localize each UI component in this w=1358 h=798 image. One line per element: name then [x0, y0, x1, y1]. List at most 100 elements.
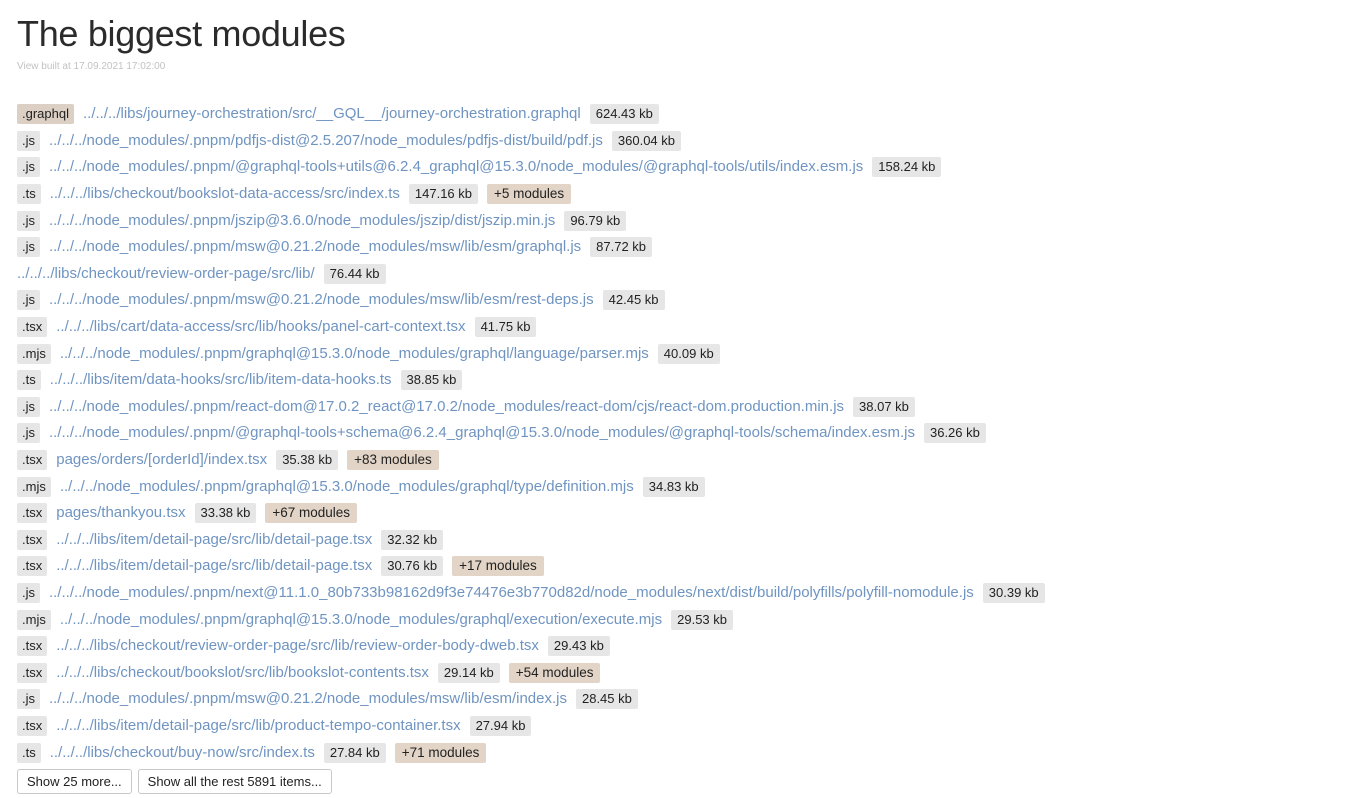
- module-path-link[interactable]: ../../../node_modules/.pnpm/@graphql-too…: [49, 424, 915, 442]
- module-path-link[interactable]: ../../../node_modules/.pnpm/jszip@3.6.0/…: [49, 212, 555, 230]
- button-bar: Show 25 more... Show all the rest 5891 i…: [17, 768, 1054, 794]
- module-row: .tsx ../../../libs/item/detail-page/src/l…: [17, 713, 1054, 740]
- module-row: .js ../../../node_modules/.pnpm/@graphql-…: [17, 154, 1054, 181]
- module-path-link[interactable]: ../../../node_modules/.pnpm/graphql@15.3…: [60, 611, 662, 629]
- module-path-link[interactable]: ../../../libs/checkout/buy-now/src/index…: [50, 744, 315, 762]
- file-type-badge: .js: [17, 130, 40, 151]
- module-path-link[interactable]: ../../../node_modules/.pnpm/next@11.1.0_…: [49, 584, 974, 602]
- module-row: .js ../../../node_modules/.pnpm/next@11.1…: [17, 580, 1054, 607]
- file-type-badge: .tsx: [17, 450, 48, 471]
- module-size-badge: 42.45 kb: [602, 290, 665, 311]
- file-type-badge: .tsx: [17, 662, 48, 683]
- module-size-badge: 28.45 kb: [575, 689, 638, 710]
- module-row: .js ../../../node_modules/.pnpm/pdfjs-dis…: [17, 128, 1054, 155]
- module-size-badge: 76.44 kb: [323, 263, 386, 284]
- module-path-link[interactable]: ../../../node_modules/.pnpm/msw@0.21.2/n…: [49, 690, 567, 708]
- module-list: .graphql ../../../libs/journey-orchestrat…: [17, 101, 1054, 766]
- module-size-badge: 29.53 kb: [671, 609, 733, 630]
- file-type-badge: .tsx: [17, 529, 48, 550]
- show-all-button[interactable]: Show all the rest 5891 items...: [137, 768, 332, 794]
- module-row: .js ../../../node_modules/.pnpm/jszip@3.6…: [17, 207, 1054, 234]
- file-type-badge: .tsx: [17, 317, 48, 338]
- module-path-link[interactable]: ../../../node_modules/.pnpm/msw@0.21.2/n…: [49, 238, 581, 256]
- file-type-badge: .mjs: [17, 343, 51, 364]
- file-type-badge: .js: [17, 423, 40, 444]
- module-size-badge: 87.72 kb: [590, 237, 653, 258]
- module-size-badge: 36.26 kb: [923, 423, 986, 444]
- module-row: .tsx ../../../libs/cart/data-access/src/l…: [17, 314, 1054, 341]
- concatenated-modules-badge[interactable]: +17 modules: [452, 556, 544, 577]
- module-size-badge: 35.38 kb: [276, 450, 339, 471]
- concatenated-modules-badge[interactable]: +83 modules: [347, 450, 439, 471]
- file-type-badge: .tsx: [17, 715, 48, 736]
- module-row: .ts ../../../libs/item/data-hooks/src/lib…: [17, 367, 1054, 394]
- module-row: .ts ../../../libs/checkout/buy-now/src/in…: [17, 739, 1054, 766]
- module-path-link[interactable]: ../../../node_modules/.pnpm/pdfjs-dist@2…: [49, 132, 603, 150]
- module-row: .mjs ../../../node_modules/.pnpm/graphql@…: [17, 473, 1054, 500]
- file-type-badge: .tsx: [17, 503, 48, 524]
- module-size-badge: 40.09 kb: [657, 343, 720, 364]
- module-size-badge: 38.85 kb: [400, 370, 463, 391]
- module-row: .js ../../../node_modules/.pnpm/msw@0.21.…: [17, 234, 1054, 261]
- module-path-link[interactable]: ../../../libs/item/detail-page/src/lib/p…: [56, 717, 460, 735]
- module-path-link[interactable]: ../../../libs/cart/data-access/src/lib/h…: [56, 318, 465, 336]
- file-type-badge: .tsx: [17, 636, 48, 657]
- module-path-link[interactable]: ../../../node_modules/.pnpm/react-dom@17…: [49, 398, 844, 416]
- module-size-badge: 30.39 kb: [982, 582, 1045, 603]
- module-path-link[interactable]: ../../../libs/checkout/bookslot-data-acc…: [50, 185, 400, 203]
- module-size-badge: 32.32 kb: [381, 529, 444, 550]
- module-path-link[interactable]: ../../../node_modules/.pnpm/graphql@15.3…: [60, 478, 634, 496]
- file-type-badge: .js: [17, 689, 40, 710]
- module-size-badge: 27.84 kb: [323, 742, 386, 763]
- file-type-badge: .graphql: [17, 104, 74, 125]
- module-row: .tsx pages/thankyou.tsx 33.38 kb +67 module…: [17, 500, 1054, 527]
- file-type-badge: .js: [17, 396, 40, 417]
- module-row: .mjs ../../../node_modules/.pnpm/graphql@…: [17, 606, 1054, 633]
- module-path-link[interactable]: pages/orders/[orderId]/index.tsx: [56, 451, 267, 469]
- module-row: .js ../../../node_modules/.pnpm/msw@0.21.…: [17, 287, 1054, 314]
- module-path-link[interactable]: ../../../libs/journey-orchestration/src/…: [83, 105, 581, 123]
- file-type-badge: .js: [17, 210, 40, 231]
- module-path-link[interactable]: ../../../libs/checkout/bookslot/src/lib/…: [56, 664, 429, 682]
- module-path-link[interactable]: ../../../node_modules/.pnpm/graphql@15.3…: [60, 345, 649, 363]
- page-container: The biggest modules View built at 17.09.…: [17, 12, 1054, 794]
- module-row: .tsx ../../../libs/checkout/review-order-…: [17, 633, 1054, 660]
- module-size-badge: 33.38 kb: [194, 503, 257, 524]
- module-path-link[interactable]: ../../../node_modules/.pnpm/msw@0.21.2/n…: [49, 291, 594, 309]
- module-size-badge: 96.79 kb: [564, 210, 627, 231]
- module-path-link[interactable]: pages/thankyou.tsx: [56, 504, 185, 522]
- module-size-badge: 41.75 kb: [474, 317, 537, 338]
- module-row: .graphql ../../../libs/journey-orchestrat…: [17, 101, 1054, 128]
- file-type-badge: .mjs: [17, 476, 51, 497]
- module-row: .tsx ../../../libs/item/detail-page/src/l…: [17, 527, 1054, 554]
- concatenated-modules-badge[interactable]: +71 modules: [394, 742, 487, 763]
- module-size-badge: 27.94 kb: [469, 715, 532, 736]
- page-title: The biggest modules: [17, 13, 346, 54]
- file-type-badge: .js: [17, 290, 40, 311]
- file-type-badge: .js: [17, 237, 40, 258]
- module-row: .js ../../../node_modules/.pnpm/msw@0.21.…: [17, 686, 1054, 713]
- concatenated-modules-badge[interactable]: +54 modules: [508, 662, 601, 683]
- module-path-link[interactable]: ../../../libs/checkout/review-order-page…: [56, 637, 539, 655]
- module-row: .js ../../../node_modules/.pnpm/@graphql-…: [17, 420, 1054, 447]
- module-path-link[interactable]: ../../../libs/item/detail-page/src/lib/d…: [56, 557, 372, 575]
- module-size-badge: 360.04 kb: [611, 130, 681, 151]
- module-size-badge: 29.43 kb: [547, 636, 610, 657]
- concatenated-modules-badge[interactable]: +5 modules: [487, 184, 572, 205]
- module-path-link[interactable]: ../../../libs/checkout/review-order-page…: [17, 265, 315, 283]
- module-size-badge: 30.76 kb: [381, 556, 444, 577]
- module-row: ../../../libs/checkout/review-order-page…: [17, 261, 1054, 288]
- concatenated-modules-badge[interactable]: +67 modules: [265, 503, 358, 524]
- module-path-link[interactable]: ../../../node_modules/.pnpm/@graphql-too…: [49, 158, 863, 176]
- file-type-badge: .js: [17, 582, 40, 603]
- module-size-badge: 158.24 kb: [872, 157, 942, 178]
- module-size-badge: 147.16 kb: [408, 184, 478, 205]
- file-type-badge: .mjs: [17, 609, 51, 630]
- module-size-badge: 38.07 kb: [853, 396, 915, 417]
- show-more-button[interactable]: Show 25 more...: [17, 768, 132, 794]
- module-row: .tsx pages/orders/[orderId]/index.tsx 35.3…: [17, 447, 1054, 474]
- module-row: .ts ../../../libs/checkout/bookslot-data-…: [17, 181, 1054, 208]
- module-size-badge: 624.43 kb: [589, 104, 659, 125]
- module-path-link[interactable]: ../../../libs/item/data-hooks/src/lib/it…: [50, 371, 392, 389]
- module-path-link[interactable]: ../../../libs/item/detail-page/src/lib/d…: [56, 531, 372, 549]
